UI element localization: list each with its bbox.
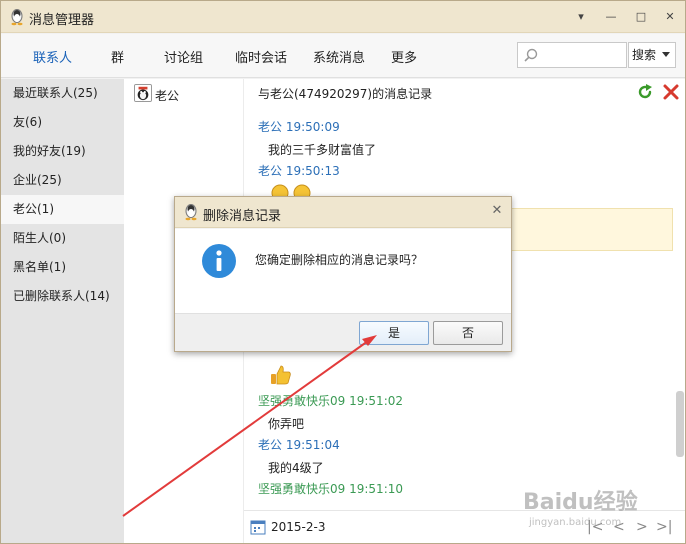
sidebar-item-deleted-contacts[interactable]: 已删除联系人(14) — [1, 282, 124, 311]
contact-name: 老公 — [155, 89, 180, 103]
calendar-icon[interactable] — [250, 519, 266, 535]
message-sender: 老公 19:50:13 — [258, 164, 340, 178]
nav-bar: 联系人 群 讨论组 临时会话 系统消息 更多 搜索 — [1, 34, 685, 78]
qq-penguin-icon — [11, 9, 23, 26]
title-bar[interactable]: 消息管理器 ▾ — □ ✕ — [1, 1, 685, 33]
sidebar-item-strangers[interactable]: 陌生人(0) — [1, 224, 124, 253]
message-sender: 老公 19:50:09 — [258, 120, 340, 134]
dialog-body: 您确定删除相应的消息记录吗？ — [175, 229, 511, 313]
dropdown-menu-icon[interactable]: ▾ — [571, 7, 591, 27]
search-input[interactable] — [542, 46, 622, 64]
chevron-down-icon — [662, 52, 670, 57]
message-sender: 坚强勇敢快乐09 19:51:02 — [258, 394, 404, 408]
dialog-title: 删除消息记录 — [203, 209, 282, 224]
search-button-label: 搜索 — [632, 48, 657, 62]
close-button[interactable]: ✕ — [660, 7, 680, 27]
chat-history-title: 与老公(474920297)的消息记录 — [258, 87, 433, 101]
tab-groups[interactable]: 群 — [111, 47, 124, 66]
tab-temp-sessions[interactable]: 临时会话 — [235, 47, 287, 66]
message-sender: 老公 19:51:04 — [258, 438, 340, 452]
avatar — [134, 84, 152, 102]
message-sender: 坚强勇敢快乐09 19:51:10 — [258, 482, 404, 496]
dialog-title-bar[interactable]: 删除消息记录 ✕ — [175, 197, 511, 228]
dialog-close-icon[interactable]: ✕ — [489, 203, 505, 219]
sidebar-item-husband[interactable]: 老公(1) — [1, 195, 124, 224]
chat-scrollbar[interactable] — [676, 391, 684, 457]
tab-discussion-groups[interactable]: 讨论组 — [164, 47, 203, 66]
window-title: 消息管理器 — [29, 13, 95, 28]
watermark-main: Baidu经验 — [523, 490, 638, 515]
delete-confirm-dialog: 删除消息记录 ✕ 您确定删除相应的消息记录吗？ 是 否 — [174, 196, 512, 352]
search-box — [517, 42, 627, 68]
message-text: 我的三千多财富值了 — [268, 143, 377, 157]
dialog-message: 您确定删除相应的消息记录吗？ — [255, 253, 424, 267]
sidebar-item-friends[interactable]: 友(6) — [1, 108, 124, 137]
minimize-button[interactable]: — — [601, 7, 621, 27]
info-icon — [202, 244, 236, 278]
tab-more[interactable]: 更多 — [391, 47, 417, 66]
delete-icon[interactable] — [662, 83, 680, 101]
contact-groups-sidebar: 最近联系人(25) 友(6) 我的好友(19) 企业(25) 老公(1) 陌生人… — [1, 79, 124, 543]
sidebar-item-my-friends[interactable]: 我的好友(19) — [1, 137, 124, 166]
yes-button[interactable]: 是 — [359, 321, 429, 345]
watermark-sub: jingyan.baidu.com — [529, 517, 622, 528]
sidebar-item-blacklist[interactable]: 黑名单(1) — [1, 253, 124, 282]
tab-contacts[interactable]: 联系人 — [33, 47, 72, 66]
qq-penguin-icon — [185, 204, 197, 221]
no-button[interactable]: 否 — [433, 321, 503, 345]
message-text: 我的4级了 — [268, 461, 324, 475]
maximize-button[interactable]: □ — [631, 7, 651, 27]
baidu-watermark: Baidu经验 jingyan.baidu.com — [523, 484, 671, 536]
current-date: 2015-2-3 — [271, 520, 326, 534]
search-button[interactable]: 搜索 — [628, 42, 676, 68]
refresh-icon[interactable] — [636, 83, 654, 101]
thumbs-up-emoji-icon — [271, 365, 291, 385]
sidebar-item-recent-contacts[interactable]: 最近联系人(25) — [1, 79, 124, 108]
dialog-footer: 是 否 — [175, 313, 511, 351]
message-text: 你弄吧 — [268, 417, 305, 431]
sidebar-item-company[interactable]: 企业(25) — [1, 166, 124, 195]
tab-system-messages[interactable]: 系统消息 — [313, 47, 365, 66]
search-icon — [524, 48, 538, 62]
